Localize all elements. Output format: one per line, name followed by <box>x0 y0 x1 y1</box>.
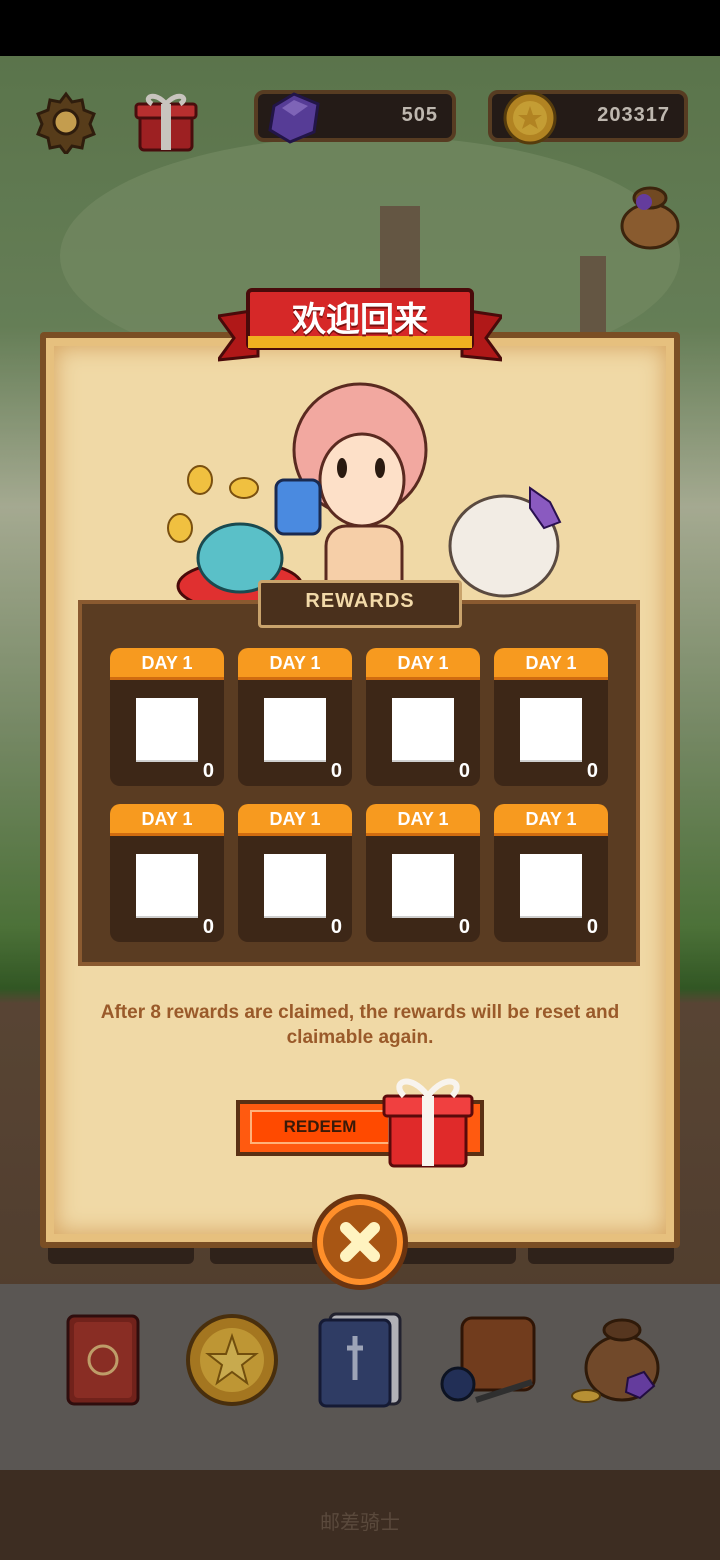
reward-quantity: 0 <box>586 760 598 782</box>
reset-info-text: After 8 rewards are claimed, the rewards… <box>100 1002 620 1048</box>
reward-day-label: DAY 1 <box>494 804 608 836</box>
reward-quantity: 0 <box>202 760 214 782</box>
reward-quantity: 0 <box>330 760 342 782</box>
gift-box-icon <box>382 1078 474 1168</box>
reward-day-label: DAY 1 <box>366 804 480 836</box>
reward-quantity: 0 <box>458 916 470 938</box>
reward-item-icon <box>136 854 198 916</box>
reward-card[interactable]: DAY 1 0 <box>366 804 480 942</box>
reward-quantity: 0 <box>330 916 342 938</box>
reward-quantity: 0 <box>202 916 214 938</box>
reward-item-icon <box>136 698 198 760</box>
reward-quantity: 0 <box>586 916 598 938</box>
reward-item-icon <box>520 854 582 916</box>
redeem-label: REDEEM <box>250 1110 390 1144</box>
reward-day-label: DAY 1 <box>366 648 480 680</box>
reward-item-icon <box>392 698 454 760</box>
reward-day-label: DAY 1 <box>494 648 608 680</box>
status-bar <box>0 0 720 56</box>
reward-card[interactable]: DAY 1 0 <box>494 804 608 942</box>
reward-card[interactable]: DAY 1 0 <box>110 804 224 942</box>
reward-card[interactable]: DAY 1 0 <box>238 648 352 786</box>
reward-day-label: DAY 1 <box>238 648 352 680</box>
reward-item-icon <box>264 698 326 760</box>
reward-day-label: DAY 1 <box>110 648 224 680</box>
reward-card[interactable]: DAY 1 0 <box>366 648 480 786</box>
hero-illustration <box>167 382 562 610</box>
reward-card[interactable]: DAY 1 0 <box>238 804 352 942</box>
reward-item-icon <box>520 698 582 760</box>
reward-day-label: DAY 1 <box>238 804 352 836</box>
reward-card[interactable]: DAY 1 0 <box>110 648 224 786</box>
reward-item-icon <box>392 854 454 916</box>
rewards-label: REWARDS <box>305 590 415 612</box>
reward-card[interactable]: DAY 1 0 <box>494 648 608 786</box>
reward-quantity: 0 <box>458 760 470 782</box>
reward-item-icon <box>264 854 326 916</box>
dialog-title: 欢迎回来 <box>292 300 428 340</box>
close-x-icon[interactable] <box>312 1194 408 1290</box>
reward-day-label: DAY 1 <box>110 804 224 836</box>
